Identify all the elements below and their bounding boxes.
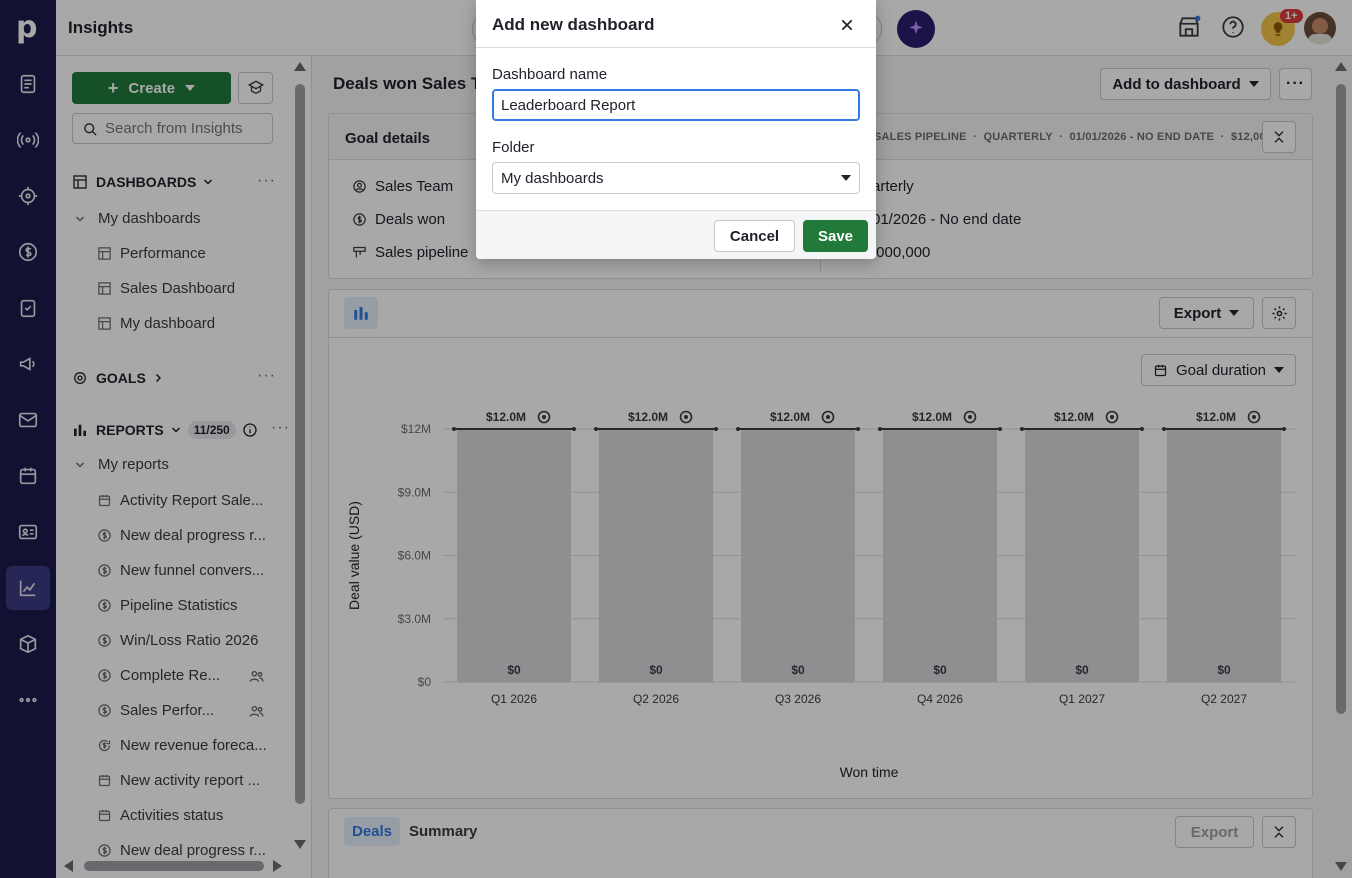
- dashboard-name-label: Dashboard name: [492, 66, 608, 83]
- add-dashboard-modal: Add new dashboard Dashboard name Folder …: [476, 0, 876, 259]
- dashboard-name-input[interactable]: [492, 89, 860, 121]
- folder-selected-value: My dashboards: [501, 169, 604, 187]
- cancel-button[interactable]: Cancel: [714, 220, 795, 252]
- modal-footer: Cancel Save: [476, 210, 876, 259]
- folder-select[interactable]: My dashboards: [492, 162, 860, 194]
- folder-label: Folder: [492, 139, 535, 156]
- save-button[interactable]: Save: [803, 220, 868, 252]
- modal-title: Add new dashboard: [492, 15, 655, 34]
- caret-down-icon: [841, 175, 851, 181]
- close-icon[interactable]: [836, 14, 858, 36]
